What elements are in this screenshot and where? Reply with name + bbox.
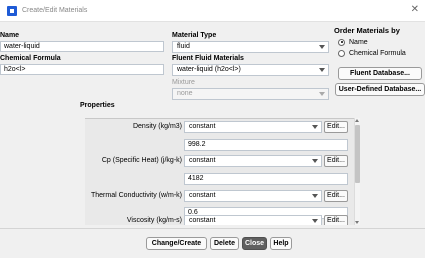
window-titlebar: Create/Edit Materials ✕: [0, 0, 425, 22]
window-title: Create/Edit Materials: [22, 7, 88, 14]
close-button[interactable]: Close: [242, 237, 267, 250]
divider: [0, 228, 425, 229]
density-edit-button[interactable]: Edit...: [324, 121, 348, 133]
thermal-conductivity-method-combo[interactable]: constant: [184, 190, 322, 202]
chevron-down-icon: [319, 45, 325, 49]
order-by-name-radio[interactable]: Name: [338, 38, 368, 48]
chevron-down-icon: [319, 92, 325, 96]
name-input[interactable]: water-liquid: [0, 41, 164, 52]
viscosity-label: Viscosity (kg/m-s): [126, 217, 182, 224]
mixture-label: Mixture: [172, 79, 195, 86]
chevron-down-icon: [312, 194, 318, 198]
cp-method-value: constant: [189, 157, 216, 164]
chemical-formula-label: Chemical Formula: [0, 55, 61, 62]
material-type-label: Material Type: [172, 32, 217, 39]
material-type-value: fluid: [177, 43, 190, 50]
properties-panel: Density (kg/m3) constant Edit... 998.2 C…: [85, 118, 354, 225]
scrollbar-thumb[interactable]: [355, 125, 360, 183]
properties-scrollbar[interactable]: [354, 118, 360, 225]
fluent-fluid-materials-value: water-liquid (h2o<l>): [177, 66, 241, 73]
density-value-input[interactable]: 998.2: [184, 139, 348, 151]
material-type-combo[interactable]: fluid: [172, 41, 329, 53]
cp-value-input[interactable]: 4182: [184, 173, 348, 185]
order-by-formula-radio[interactable]: Chemical Formula: [338, 49, 406, 59]
change-create-button[interactable]: Change/Create: [146, 237, 207, 250]
fluent-fluid-materials-combo[interactable]: water-liquid (h2o<l>): [172, 64, 329, 76]
close-icon[interactable]: ✕: [411, 5, 419, 15]
properties-label: Properties: [80, 102, 115, 109]
app-icon: [7, 6, 17, 16]
mixture-combo[interactable]: none: [172, 88, 329, 100]
thermal-conductivity-label: Thermal Conductivity (w/m-k): [90, 192, 182, 199]
chemical-formula-input[interactable]: h2o<l>: [0, 64, 164, 75]
chevron-down-icon: [319, 68, 325, 72]
viscosity-method-combo[interactable]: constant: [184, 215, 322, 225]
chevron-down-icon: [312, 219, 318, 223]
scroll-down-icon[interactable]: [355, 221, 359, 224]
mixture-value: none: [177, 90, 193, 97]
cp-label: Cp (Specific Heat) (j/kg-k): [101, 157, 182, 164]
viscosity-edit-button[interactable]: Edit...: [324, 215, 348, 225]
name-label: Name: [0, 32, 20, 39]
cp-method-combo[interactable]: constant: [184, 155, 322, 167]
help-button[interactable]: Help: [270, 237, 292, 250]
fluent-fluid-materials-label: Fluent Fluid Materials: [172, 55, 244, 62]
viscosity-method-value: constant: [189, 217, 216, 224]
radio-selected-icon: [338, 38, 345, 46]
thermal-conductivity-edit-button[interactable]: Edit...: [324, 190, 348, 202]
chevron-down-icon: [312, 125, 318, 129]
cp-edit-button[interactable]: Edit...: [324, 155, 348, 167]
thermal-conductivity-method-value: constant: [189, 192, 216, 199]
density-method-value: constant: [189, 123, 216, 130]
delete-button[interactable]: Delete: [210, 237, 239, 250]
density-method-combo[interactable]: constant: [184, 121, 322, 133]
scroll-up-icon[interactable]: [355, 119, 359, 122]
chevron-down-icon: [312, 159, 318, 163]
order-by-label: Order Materials by: [334, 26, 400, 35]
density-label: Density (kg/m3): [132, 123, 182, 130]
radio-unselected-icon: [338, 49, 345, 57]
fluent-database-button[interactable]: Fluent Database...: [338, 67, 422, 80]
user-defined-database-button[interactable]: User-Defined Database...: [335, 83, 425, 96]
order-by-formula-label: Chemical Formula: [349, 50, 406, 57]
order-by-name-label: Name: [349, 39, 368, 46]
